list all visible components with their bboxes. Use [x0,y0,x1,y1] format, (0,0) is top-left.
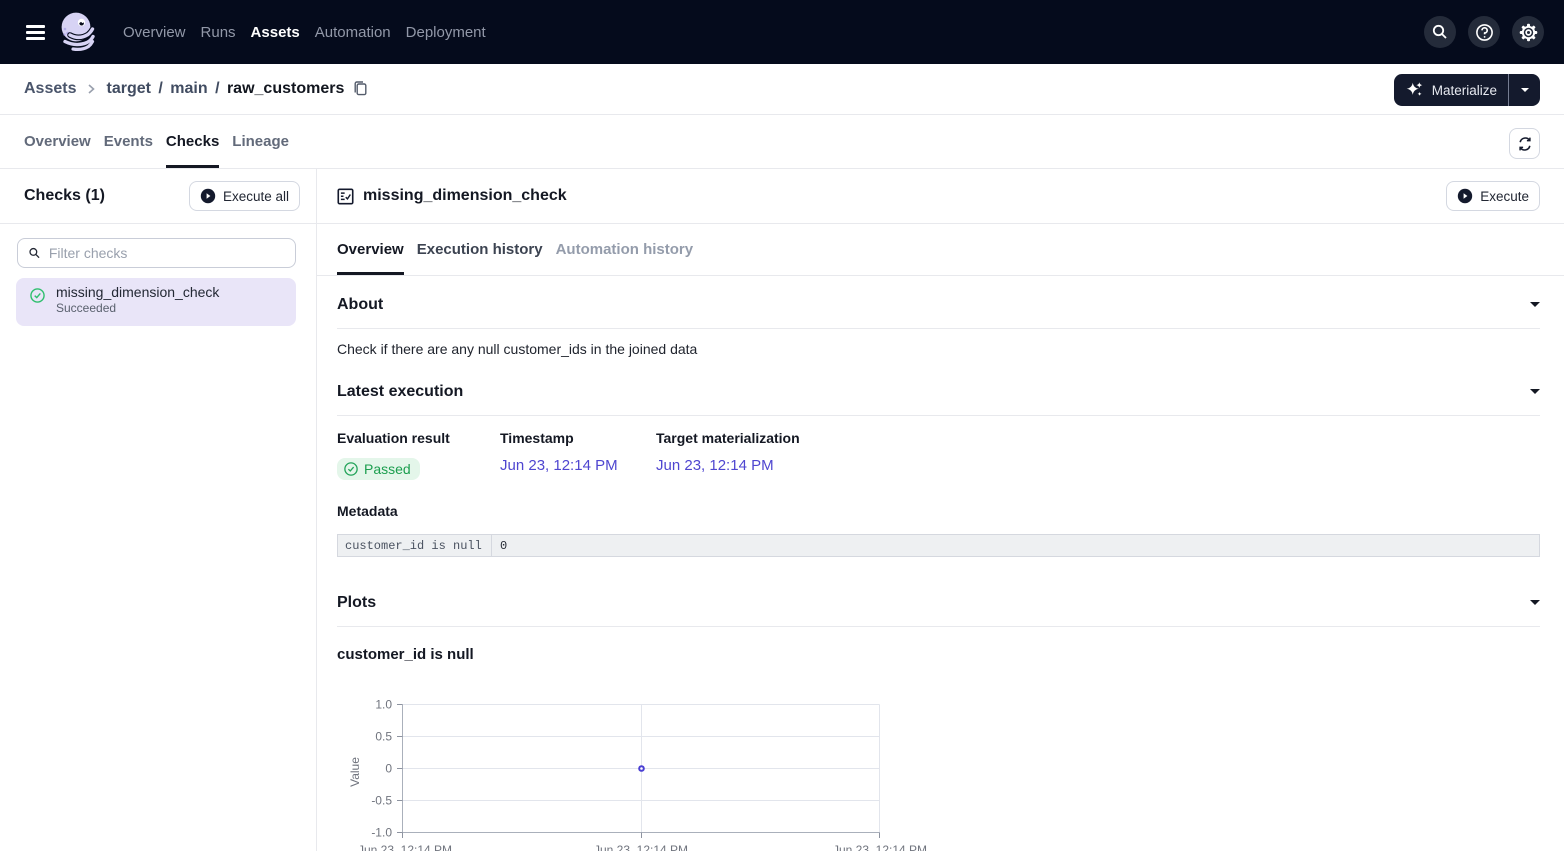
svg-text:-0.5: -0.5 [371,794,392,808]
svg-text:Jun 23, 12:14 PM: Jun 23, 12:14 PM [833,843,927,851]
svg-text:-1.0: -1.0 [371,826,392,840]
svg-text:Jun 23, 12:14 PM: Jun 23, 12:14 PM [358,843,452,851]
svg-text:Jun 23, 12:14 PM: Jun 23, 12:14 PM [594,843,688,851]
svg-text:1.0: 1.0 [375,698,392,712]
svg-text:Value: Value [348,757,362,787]
svg-text:0.5: 0.5 [375,730,392,744]
svg-text:0: 0 [385,762,392,776]
